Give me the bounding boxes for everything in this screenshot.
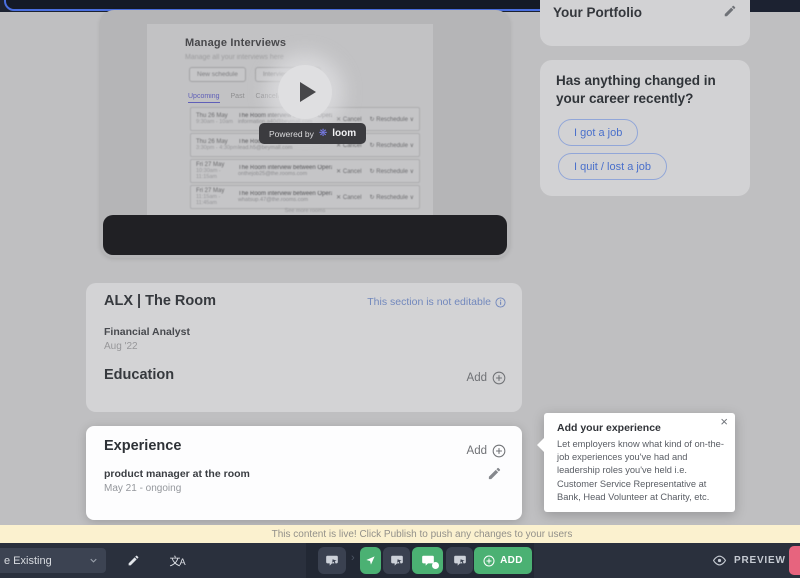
add-label: Add (467, 445, 487, 457)
career-change-card: Has anything changed in your career rece… (540, 60, 750, 196)
career-question: Has anything changed in your career rece… (556, 72, 738, 107)
portfolio-card: Your Portfolio (540, 0, 750, 46)
loom-brand-label: loom (332, 128, 356, 139)
loom-logo-icon: ❋ (319, 129, 327, 139)
info-icon[interactable] (495, 297, 506, 308)
add-experience-tooltip: × Add your experience Let employers know… (544, 413, 735, 512)
quit-lost-job-button[interactable]: I quit / lost a job (558, 153, 667, 180)
tooltip-close-icon[interactable]: × (720, 414, 728, 430)
chat-bubble-cursor-icon (453, 554, 467, 568)
row-reschedule: ↻ Reschedule ∨ (370, 116, 414, 123)
chevron-down-icon (88, 555, 99, 566)
row-reschedule: ↻ Reschedule ∨ (370, 168, 414, 175)
experience-card: Experience Add product manager at the ro… (86, 426, 522, 520)
powered-by-label: Powered by (269, 129, 314, 139)
alx-role-date: Aug '22 (104, 341, 138, 352)
existing-dropdown[interactable]: e Existing (0, 548, 106, 573)
translate-button[interactable]: 文A (164, 548, 190, 573)
loom-video-player: Manage Interviews Manage all your interv… (100, 10, 510, 258)
edit-pencil-button[interactable] (120, 548, 146, 573)
row-email: lead.h5@beymall.com (238, 145, 332, 151)
video-app-title: Manage Interviews (185, 37, 286, 49)
row-time: 3:30pm - 4:30pm (196, 145, 238, 151)
tab-past: Past (231, 93, 245, 103)
live-content-banner: This content is live! Click Publish to p… (0, 525, 800, 543)
experience-item-title: product manager at the room (104, 468, 250, 480)
video-footer-link: See more rooms (190, 208, 420, 214)
chat-bubble-cursor-icon (390, 554, 404, 568)
edit-experience-button[interactable] (487, 466, 502, 486)
new-schedule-button: New schedule (189, 67, 246, 82)
row-cancel: ✕ Cancel (336, 194, 361, 201)
row-time: 11:15am - 11:45am (196, 194, 238, 206)
pencil-icon (127, 554, 140, 567)
play-icon (300, 82, 316, 102)
translate-icon: 文A (169, 553, 184, 569)
video-app-subtitle: Manage all your interviews here (185, 54, 284, 61)
tooltip-body: Let employers know what kind of on-the-j… (557, 438, 725, 504)
interview-row: Fri 27 May10:30am - 11:15am The Room int… (190, 159, 420, 183)
tooltip-step-button[interactable] (446, 547, 473, 574)
row-time: 10:30am - 11:15am (196, 168, 238, 180)
dropdown-selected-value: e Existing (4, 555, 52, 567)
not-editable-label: This section is not editable (367, 296, 491, 308)
pencil-icon (487, 466, 502, 481)
add-step-button[interactable]: ADD (474, 547, 532, 574)
interview-row: Fri 27 May11:15am - 11:45am The Room int… (190, 185, 420, 209)
row-reschedule: ↻ Reschedule ∨ (370, 194, 414, 201)
pencil-icon (723, 4, 737, 18)
plus-circle-icon (492, 371, 506, 385)
add-education-button[interactable]: Add (467, 371, 506, 385)
add-label: Add (467, 372, 487, 384)
row-email: whatsup.47@the.rooms.com (238, 197, 332, 203)
tooltip-arrow (537, 438, 544, 452)
tooltip-step-button[interactable] (383, 547, 410, 574)
experience-item-dates: May 21 - ongoing (104, 483, 181, 494)
preview-button[interactable]: PREVIEW (712, 543, 786, 578)
cursor-pointer-icon (365, 555, 376, 566)
video-tabs: Upcoming Past Cancelled (188, 93, 287, 103)
chat-bubble-cursor-icon (325, 554, 339, 568)
video-control-bar[interactable] (103, 215, 507, 255)
active-tooltip-step-button[interactable] (412, 547, 443, 574)
eye-icon (712, 553, 727, 568)
not-editable-note: This section is not editable (367, 296, 506, 308)
play-button[interactable] (278, 65, 332, 119)
row-time: 9:30am - 10am (196, 119, 238, 125)
edit-portfolio-button[interactable] (723, 4, 737, 23)
row-email: onthejob25@the.rooms.com (238, 171, 332, 177)
alx-role: Financial Analyst (104, 326, 190, 338)
row-cancel: ✕ Cancel (336, 168, 361, 175)
publish-button-edge[interactable] (789, 546, 800, 575)
pointer-tool-button[interactable] (360, 547, 381, 574)
alx-card-title: ALX | The Room (104, 293, 216, 309)
add-experience-button[interactable]: Add (467, 444, 506, 458)
tooltip-tool-button[interactable] (318, 547, 346, 574)
add-step-label: ADD (500, 555, 523, 566)
plus-circle-icon (483, 555, 495, 567)
tab-upcoming: Upcoming (188, 93, 220, 103)
tooltip-title: Add your experience (557, 422, 661, 434)
row-cancel: ✕ Cancel (336, 116, 361, 123)
experience-section-title: Experience (104, 438, 181, 454)
got-a-job-button[interactable]: I got a job (558, 119, 638, 146)
plus-circle-icon (492, 444, 506, 458)
editor-stage: Manage Interviews Manage all your interv… (0, 0, 800, 578)
education-section-title: Education (104, 367, 174, 383)
portfolio-title: Your Portfolio (553, 5, 642, 20)
editor-toolbar: e Existing 文A › ADD (0, 543, 800, 578)
powered-by-loom-badge[interactable]: Powered by ❋ loom (259, 123, 366, 144)
preview-label: PREVIEW (734, 555, 786, 566)
row-reschedule: ↻ Reschedule ∨ (370, 142, 414, 149)
step-dot-badge (432, 562, 439, 569)
alx-the-room-card: ALX | The Room This section is not edita… (86, 283, 522, 412)
chevron-right-separator: › (351, 552, 355, 564)
live-content-message: This content is live! Click Publish to p… (272, 529, 573, 540)
